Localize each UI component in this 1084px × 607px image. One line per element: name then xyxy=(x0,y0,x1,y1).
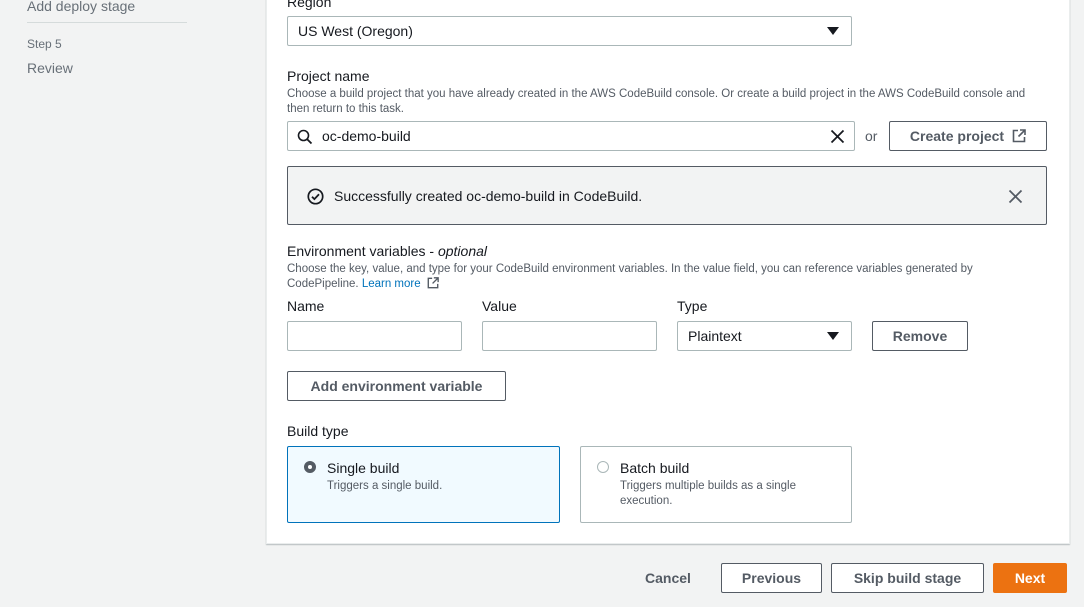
env-type-value: Plaintext xyxy=(688,328,742,344)
success-alert: Successfully created oc-demo-build in Co… xyxy=(287,166,1047,225)
batch-build-title: Batch build xyxy=(620,460,690,476)
build-type-single-tile[interactable]: Single build Triggers a single build. xyxy=(287,446,560,523)
region-select[interactable]: US West (Oregon) xyxy=(287,16,852,46)
single-build-radio[interactable] xyxy=(304,461,316,473)
close-icon[interactable] xyxy=(1008,189,1023,204)
optional-text: optional xyxy=(437,243,488,259)
env-type-label: Type xyxy=(677,298,708,314)
learn-more-link[interactable]: Learn more xyxy=(362,277,439,290)
single-build-title: Single build xyxy=(327,460,400,476)
single-build-description: Triggers a single build. xyxy=(327,480,443,492)
env-value-input[interactable] xyxy=(482,321,657,351)
project-name-description: Choose a build project that you have alr… xyxy=(287,88,1026,115)
external-link-icon xyxy=(427,277,439,289)
skip-build-stage-button[interactable]: Skip build stage xyxy=(831,563,984,593)
batch-build-description: Triggers multiple builds as a single exe… xyxy=(620,480,796,507)
build-type-batch-tile[interactable]: Batch build Triggers multiple builds as … xyxy=(580,446,852,523)
region-label: Region xyxy=(287,0,332,10)
success-check-icon xyxy=(307,188,324,205)
sidebar-item-add-deploy-stage[interactable]: Add deploy stage xyxy=(27,0,135,14)
chevron-down-icon xyxy=(827,332,839,340)
project-search-input[interactable]: oc-demo-build xyxy=(287,121,855,151)
build-type-label: Build type xyxy=(287,423,349,439)
next-button[interactable]: Next xyxy=(993,563,1067,593)
env-vars-title: Environment variables - optional xyxy=(287,243,488,259)
or-text: or xyxy=(865,128,878,144)
batch-build-radio[interactable] xyxy=(597,461,609,473)
env-name-input[interactable] xyxy=(287,321,462,351)
create-project-button[interactable]: Create project xyxy=(889,121,1047,151)
env-vars-description: Choose the key, value, and type for your… xyxy=(287,263,973,290)
env-type-select[interactable]: Plaintext xyxy=(677,321,852,351)
env-name-label: Name xyxy=(287,298,325,314)
region-select-value: US West (Oregon) xyxy=(298,23,413,39)
wizard-sidebar: Add deploy stage Step 5 Review xyxy=(0,0,200,607)
project-name-label: Project name xyxy=(287,68,370,84)
sidebar-step-label: Step 5 xyxy=(27,37,62,51)
sidebar-item-review[interactable]: Review xyxy=(27,60,73,76)
project-search-value: oc-demo-build xyxy=(322,128,411,144)
remove-button[interactable]: Remove xyxy=(872,321,968,351)
previous-button[interactable]: Previous xyxy=(721,563,822,593)
external-link-icon xyxy=(1012,129,1026,143)
sidebar-divider xyxy=(27,22,187,23)
search-icon xyxy=(297,129,313,145)
chevron-down-icon xyxy=(827,27,839,35)
add-environment-variable-button[interactable]: Add environment variable xyxy=(287,371,506,401)
cancel-button[interactable]: Cancel xyxy=(634,563,702,593)
create-project-label: Create project xyxy=(909,128,1005,144)
env-value-label: Value xyxy=(482,298,517,314)
alert-message: Successfully created oc-demo-build in Co… xyxy=(334,188,643,204)
clear-icon[interactable] xyxy=(830,129,845,144)
